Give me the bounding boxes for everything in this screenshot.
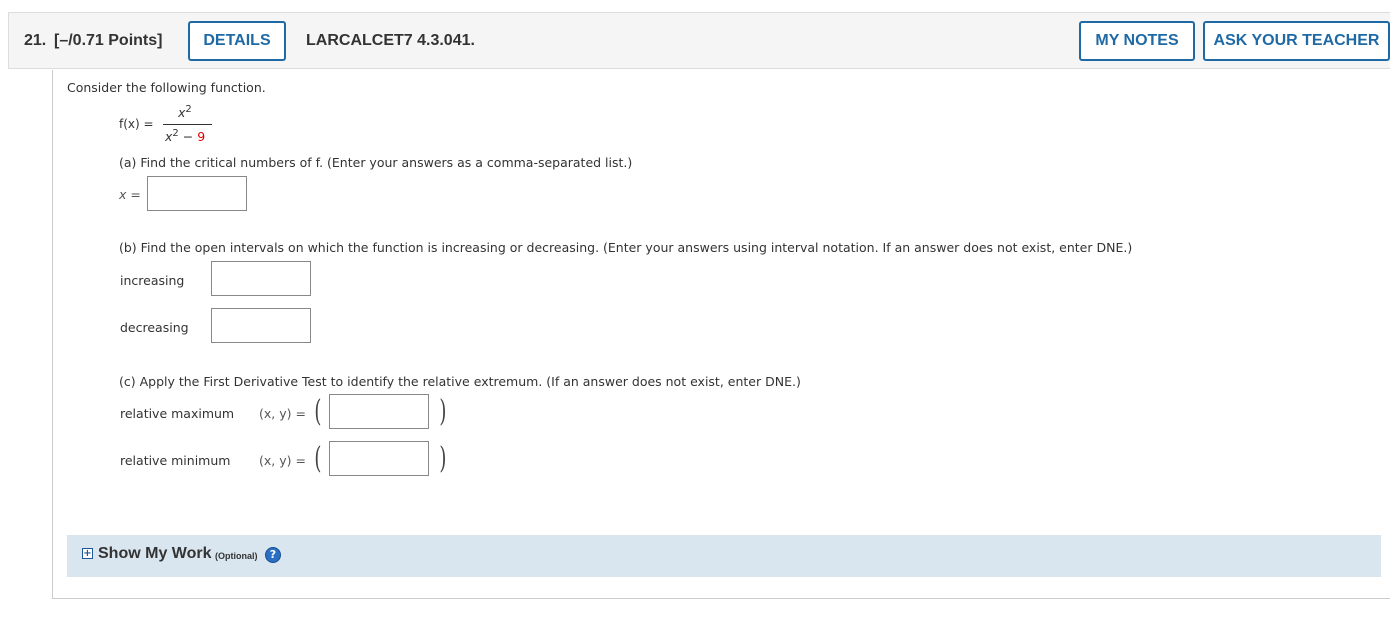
relative-maximum-label: relative maximum <box>120 406 235 421</box>
question-circle-icon[interactable]: ? <box>265 547 281 563</box>
fraction-bar <box>163 124 212 125</box>
points: [–/0.71 Points] <box>54 32 163 49</box>
optional-label: (Optional) <box>215 551 258 561</box>
decreasing-label: decreasing <box>120 320 189 335</box>
part-c-prompt: (c) Apply the First Derivative Test to i… <box>119 374 801 389</box>
part-b-prompt: (b) Find the open intervals on which the… <box>119 240 1133 255</box>
open-paren-min: ( <box>314 441 322 476</box>
denominator: x2 − 9 <box>165 128 205 144</box>
details-button[interactable]: DETAILS <box>188 21 286 61</box>
intro-text: Consider the following function. <box>67 80 266 95</box>
close-paren-max: ) <box>439 394 447 429</box>
function-lhs: f(x) = <box>119 117 154 131</box>
numerator: x2 <box>178 104 192 120</box>
relative-maximum-input[interactable] <box>329 394 429 429</box>
denominator-exponent: 2 <box>172 128 179 139</box>
xy-label-max: (x, y) = <box>259 406 306 421</box>
ask-your-teacher-button[interactable]: ASK YOUR TEACHER <box>1203 21 1390 61</box>
xy-label-min: (x, y) = <box>259 453 306 468</box>
close-paren-min: ) <box>439 441 447 476</box>
relative-minimum-label: relative minimum <box>120 453 231 468</box>
open-paren-max: ( <box>314 394 322 429</box>
question-number: 21. <box>24 32 47 49</box>
part-a-prompt: (a) Find the critical numbers of f. (Ent… <box>119 155 633 170</box>
critical-numbers-input[interactable] <box>147 176 247 211</box>
plus-box-icon[interactable]: + <box>82 548 93 559</box>
decreasing-input[interactable] <box>211 308 311 343</box>
increasing-input[interactable] <box>211 261 311 296</box>
x-label: x = <box>119 187 141 202</box>
relative-minimum-input[interactable] <box>329 441 429 476</box>
my-notes-button[interactable]: MY NOTES <box>1079 21 1195 61</box>
show-my-work-label[interactable]: Show My Work <box>98 545 212 563</box>
denominator-constant: 9 <box>197 129 206 145</box>
numerator-exponent: 2 <box>185 104 192 115</box>
problem-id: LARCALCET7 4.3.041. <box>306 32 475 49</box>
increasing-label: increasing <box>120 273 185 288</box>
minus-sign: − <box>182 129 194 145</box>
